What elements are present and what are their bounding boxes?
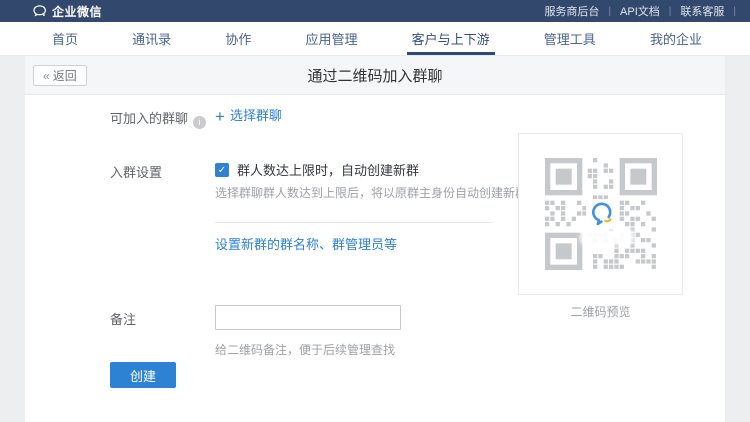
page-title: 通过二维码加入群聊 (25, 56, 725, 95)
create-button[interactable]: 创建 (110, 362, 176, 388)
topbar: 企业微信 服务商后台 | API文档 | 联系客服 | (0, 0, 750, 22)
divider (215, 222, 493, 223)
nav-item-collaboration[interactable]: 协作 (225, 22, 251, 55)
nav-item-app-management[interactable]: 应用管理 (305, 22, 357, 55)
joinable-group-label-text: 可加入的群聊 (110, 111, 188, 126)
plus-icon: + (215, 107, 225, 126)
qr-preview-box (518, 133, 683, 295)
nav-item-contacts[interactable]: 通讯录 (132, 22, 171, 55)
nav-item-customers-upstream-downstream[interactable]: 客户与上下游 (412, 22, 490, 55)
topbar-links: 服务商后台 | API文档 | 联系客服 | (535, 3, 736, 19)
wechat-work-qr-logo-icon (586, 199, 616, 229)
info-icon[interactable]: i (193, 116, 206, 129)
remark-hint: 给二维码备注，便于后续管理查找 (215, 341, 395, 358)
remark-label: 备注 (110, 309, 136, 328)
page: 企业微信 服务商后台 | API文档 | 联系客服 | 首页 通讯录 协作 应用… (0, 0, 750, 422)
separator: | (733, 6, 736, 17)
main-nav: 首页 通讯录 协作 应用管理 客户与上下游 管理工具 我的企业 (0, 22, 750, 56)
qr-preview-caption: 二维码预览 (518, 303, 683, 320)
back-button-label: 返回 (53, 67, 77, 84)
back-chevrons-icon: « (43, 69, 50, 83)
topbar-link-api-docs[interactable]: API文档 (611, 3, 669, 19)
app-logo-text: 企业微信 (52, 3, 102, 20)
auto-create-group-hint: 选择群聊群人数达到上限后，将以原群主身份自动创建新群 (215, 184, 527, 201)
auto-create-group-checkbox-row[interactable]: ✓ 群人数达上限时，自动创建新群 (215, 160, 419, 179)
remark-input[interactable] (215, 305, 401, 330)
nav-item-home[interactable]: 首页 (52, 22, 78, 55)
join-settings-label: 入群设置 (110, 162, 162, 181)
card-header: « 返回 通过二维码加入群聊 (25, 56, 725, 95)
wechat-work-bubble-icon (33, 5, 47, 17)
select-group-link[interactable]: + 选择群聊 (215, 105, 282, 127)
auto-create-group-checkbox-label: 群人数达上限时，自动创建新群 (237, 160, 419, 179)
nav-item-my-company[interactable]: 我的企业 (650, 22, 702, 55)
nav-item-management-tools[interactable]: 管理工具 (544, 22, 596, 55)
new-group-settings-link[interactable]: 设置新群的群名称、群管理员等 (215, 234, 397, 253)
topbar-link-contact-support[interactable]: 联系客服 (671, 3, 733, 19)
app-logo[interactable]: 企业微信 (33, 3, 102, 20)
select-group-link-label: 选择群聊 (230, 108, 282, 123)
content-card: « 返回 通过二维码加入群聊 可加入的群聊 i + 选择群聊 入群设置 ✓ 群人数达… (25, 56, 725, 422)
back-button[interactable]: « 返回 (33, 65, 87, 86)
topbar-link-provider[interactable]: 服务商后台 (535, 3, 608, 19)
checkbox-checked-icon[interactable]: ✓ (215, 163, 229, 177)
qr-code-wrap (545, 158, 657, 270)
joinable-group-label: 可加入的群聊 i (110, 108, 206, 129)
